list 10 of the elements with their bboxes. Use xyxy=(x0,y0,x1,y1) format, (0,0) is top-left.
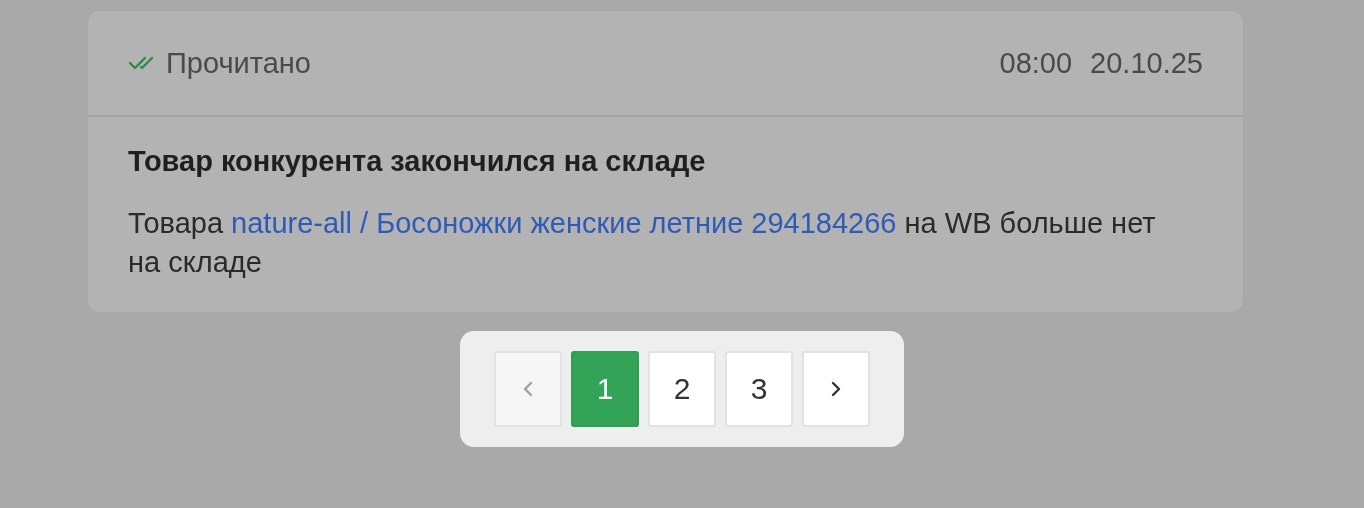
chevron-right-icon xyxy=(830,381,842,397)
status-label: Прочитано xyxy=(166,46,311,80)
chevron-left-icon xyxy=(522,381,534,397)
page-button[interactable]: 3 xyxy=(725,351,793,427)
notification-message: Товара nature-all / Босоножки женские летние 294184266 на WB больше нет на складе xyxy=(128,206,1157,280)
page-button[interactable]: 2 xyxy=(648,351,716,427)
next-page-button[interactable] xyxy=(802,351,870,427)
time-text: 08:00 xyxy=(999,46,1073,80)
date-text: 20.10.25 xyxy=(1090,46,1203,80)
notification-title: Товар конкурента закончился на складе xyxy=(128,145,707,178)
